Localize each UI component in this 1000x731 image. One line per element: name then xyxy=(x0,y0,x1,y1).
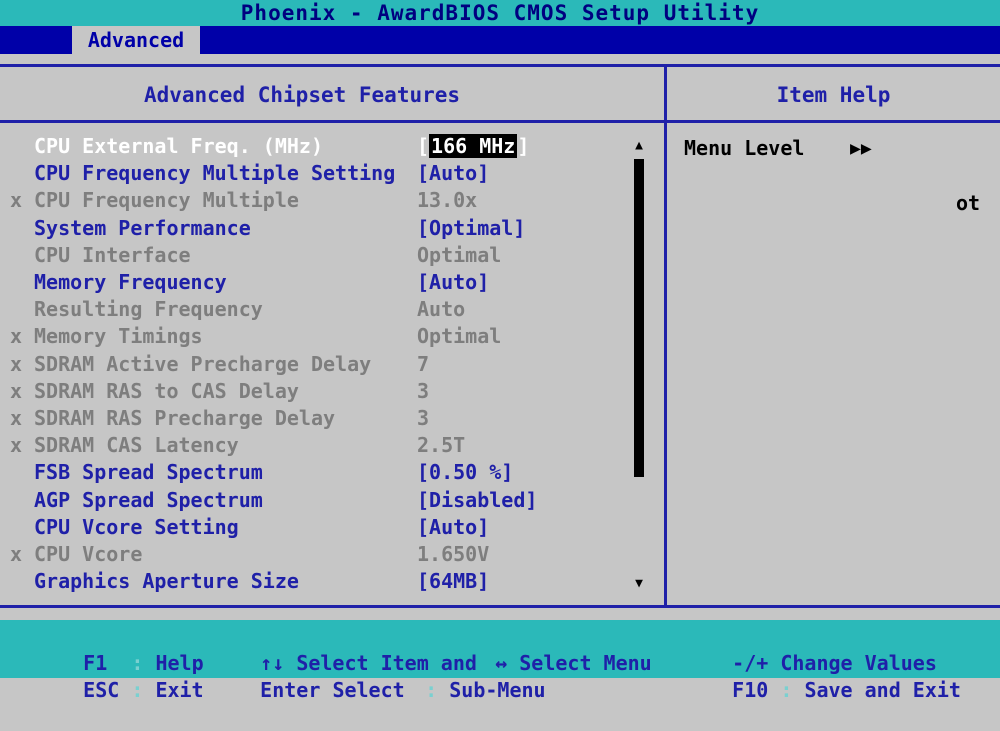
setting-value[interactable]: [Auto] xyxy=(417,269,489,296)
footer-sub-menu: : Sub-Menu xyxy=(425,678,546,702)
locked-mark: x xyxy=(10,542,23,566)
setting-row: x CPU Vcore 1.650V xyxy=(0,541,640,568)
footer-keys: F1 : Help ↑↓ Select Item and ↔ Select Me… xyxy=(0,620,1000,702)
setting-value: 2.5T xyxy=(417,433,466,458)
setting-row[interactable]: CPU Vcore Setting [Auto] xyxy=(0,514,640,541)
setting-value: 7 xyxy=(417,351,430,376)
setting-value[interactable]: [Auto] xyxy=(417,514,489,541)
scroll-up-arrow-icon[interactable]: ▲ xyxy=(632,135,646,157)
item-help-title: Item Help xyxy=(667,67,1000,123)
setting-value: 3 xyxy=(417,406,430,430)
setting-value[interactable]: [Auto] xyxy=(417,160,489,187)
setting-label: System Performance xyxy=(34,215,251,240)
setting-row[interactable]: Graphics Aperture Size [64MB] xyxy=(0,568,640,595)
window-title: Phoenix - AwardBIOS CMOS Setup Utility xyxy=(0,0,1000,26)
setting-label: CPU Vcore xyxy=(34,542,143,566)
locked-mark: x xyxy=(10,433,23,458)
panel-title: Advanced Chipset Features xyxy=(0,67,664,123)
setting-value[interactable]: [Disabled] xyxy=(417,487,537,514)
setting-row[interactable]: FSB Spread Spectrum [0.50 %] xyxy=(0,459,640,486)
setting-value[interactable]: [0.50 %] xyxy=(417,459,513,486)
setting-row: x SDRAM RAS Precharge Delay 3 xyxy=(0,405,640,432)
setting-label: AGP Spread Spectrum xyxy=(34,487,263,512)
footer-f10-save-exit: F10 : Save and Exit xyxy=(732,678,961,702)
locked-mark: x xyxy=(10,378,23,403)
setting-row: x SDRAM RAS to CAS Delay 3 xyxy=(0,378,640,405)
menu-level-arrows-icon: ▶▶ xyxy=(850,138,872,159)
setting-value: 3 xyxy=(417,378,430,403)
scroll-thumb[interactable] xyxy=(634,159,644,477)
footer-enter-select: Enter Select xyxy=(260,678,405,702)
setting-row: CPU Interface Optimal xyxy=(0,242,640,269)
setting-label: SDRAM Active Precharge Delay xyxy=(34,351,372,376)
setting-value: Optimal xyxy=(417,242,502,267)
setting-value[interactable]: [Optimal] xyxy=(417,215,525,242)
scroll-down-arrow-icon[interactable]: ▼ xyxy=(632,573,646,595)
locked-mark: x xyxy=(10,406,23,430)
setting-row[interactable]: AGP Spread Spectrum [Disabled] xyxy=(0,487,640,514)
setting-row[interactable]: CPU Frequency Multiple Setting [Auto] xyxy=(0,160,640,187)
setting-value: Auto xyxy=(417,297,466,322)
setting-label: CPU Frequency Multiple xyxy=(34,188,299,213)
setting-label: Memory Frequency xyxy=(34,270,227,294)
menu-bar: Advanced xyxy=(0,26,1000,54)
setting-value[interactable]: [166 MHz] xyxy=(417,133,529,160)
setting-label: CPU External Freq. (MHz) xyxy=(34,134,323,158)
setting-label: Memory Timings xyxy=(34,324,203,349)
locked-mark: x xyxy=(10,324,23,349)
setting-label: Resulting Frequency xyxy=(34,297,263,322)
setting-row: x SDRAM Active Precharge Delay 7 xyxy=(0,351,640,378)
setting-label: CPU Frequency Multiple Setting xyxy=(34,161,396,186)
setting-label: Graphics Aperture Size xyxy=(34,569,299,594)
setting-value: 1.650V xyxy=(417,542,490,566)
setting-row: x CPU Frequency Multiple 13.0x xyxy=(0,187,640,214)
locked-mark: x xyxy=(10,351,23,376)
setting-row[interactable]: System Performance [Optimal] xyxy=(0,215,640,242)
setting-row: x Memory Timings Optimal xyxy=(0,323,640,350)
help-text-fragment: ot xyxy=(956,191,981,215)
setting-value[interactable]: [64MB] xyxy=(417,568,489,595)
setting-label: SDRAM CAS Latency xyxy=(34,433,239,458)
tab-advanced[interactable]: Advanced xyxy=(72,26,200,54)
scrollbar[interactable]: ▲ ▼ xyxy=(632,135,646,597)
setting-label: SDRAM RAS to CAS Delay xyxy=(34,378,299,403)
setting-label: FSB Spread Spectrum xyxy=(34,460,263,485)
menu-level-label: Menu Level xyxy=(684,136,805,160)
locked-mark: x xyxy=(10,188,23,213)
setting-value: 13.0x xyxy=(417,188,478,213)
footer-esc-exit: ESC : Exit xyxy=(83,678,204,702)
setting-row: Resulting Frequency Auto xyxy=(0,296,640,323)
setting-label: SDRAM RAS Precharge Delay xyxy=(34,406,336,430)
setting-row[interactable]: Memory Frequency [Auto] xyxy=(0,269,640,296)
setting-value: Optimal xyxy=(417,324,502,349)
setting-label: CPU Vcore Setting xyxy=(34,514,239,539)
setting-label: CPU Interface xyxy=(34,242,191,267)
selected-value-highlight[interactable]: 166 MHz xyxy=(429,134,518,158)
setting-row[interactable]: CPU External Freq. (MHz) [166 MHz] xyxy=(0,133,640,160)
setting-row: x SDRAM CAS Latency 2.5T xyxy=(0,432,640,459)
